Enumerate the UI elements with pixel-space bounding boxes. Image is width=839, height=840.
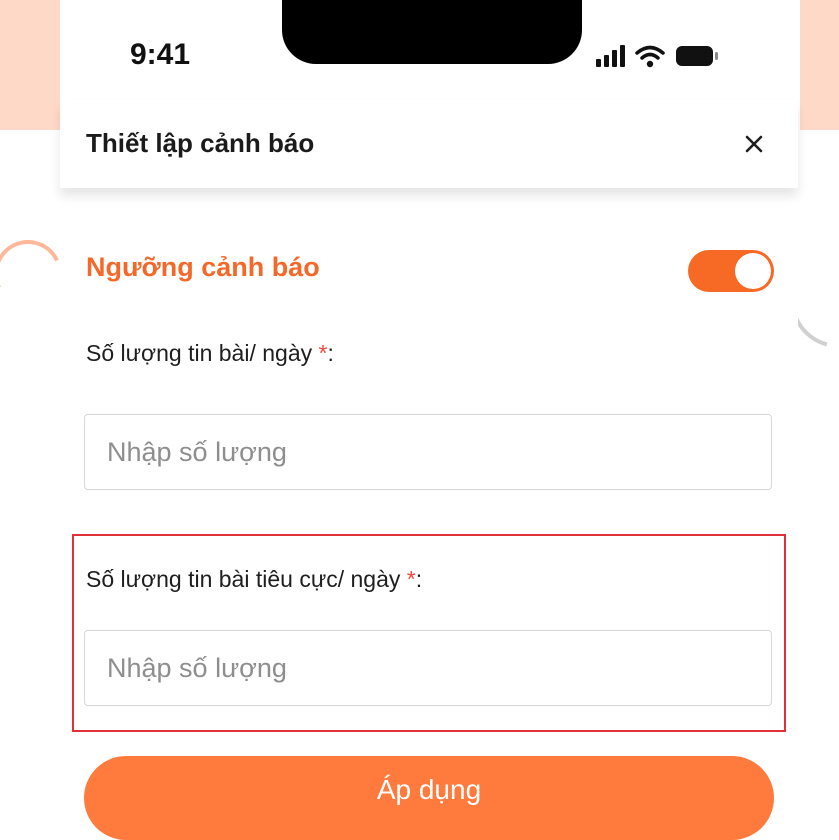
background-block [800, 0, 839, 130]
battery-icon [676, 46, 718, 66]
close-icon [745, 135, 763, 153]
modal-title: Thiết lập cảnh báo [86, 128, 315, 158]
signal-icon [596, 45, 625, 67]
close-button[interactable] [736, 126, 772, 162]
background-block [0, 0, 62, 130]
phone-screen: 9:41 Thiết lập cảnh báo Ngưỡng cảnh báo [60, 0, 798, 840]
daily-posts-label-text: Số lượng tin bài/ ngày [86, 340, 313, 366]
daily-negative-posts-label: Số lượng tin bài tiêu cực/ ngày *: [86, 566, 422, 593]
notch [282, 0, 582, 64]
label-suffix: : [327, 340, 334, 366]
status-icons [596, 38, 719, 74]
wifi-icon [635, 45, 665, 68]
daily-negative-posts-label-text: Số lượng tin bài tiêu cực/ ngày [86, 566, 401, 592]
daily-negative-posts-input[interactable] [84, 630, 772, 706]
toggle-knob [735, 253, 771, 289]
status-bar: 9:41 [60, 0, 798, 100]
modal-header: Thiết lập cảnh báo [60, 100, 798, 188]
threshold-title: Ngưỡng cảnh báo [86, 252, 320, 282]
threshold-toggle[interactable] [688, 250, 774, 292]
label-suffix: : [415, 566, 423, 592]
required-mark: * [406, 566, 416, 592]
daily-posts-label: Số lượng tin bài/ ngày *: [86, 340, 334, 367]
daily-posts-input[interactable] [84, 414, 772, 490]
apply-button[interactable]: Áp dụng [84, 756, 774, 840]
status-time: 9:41 [130, 38, 191, 71]
